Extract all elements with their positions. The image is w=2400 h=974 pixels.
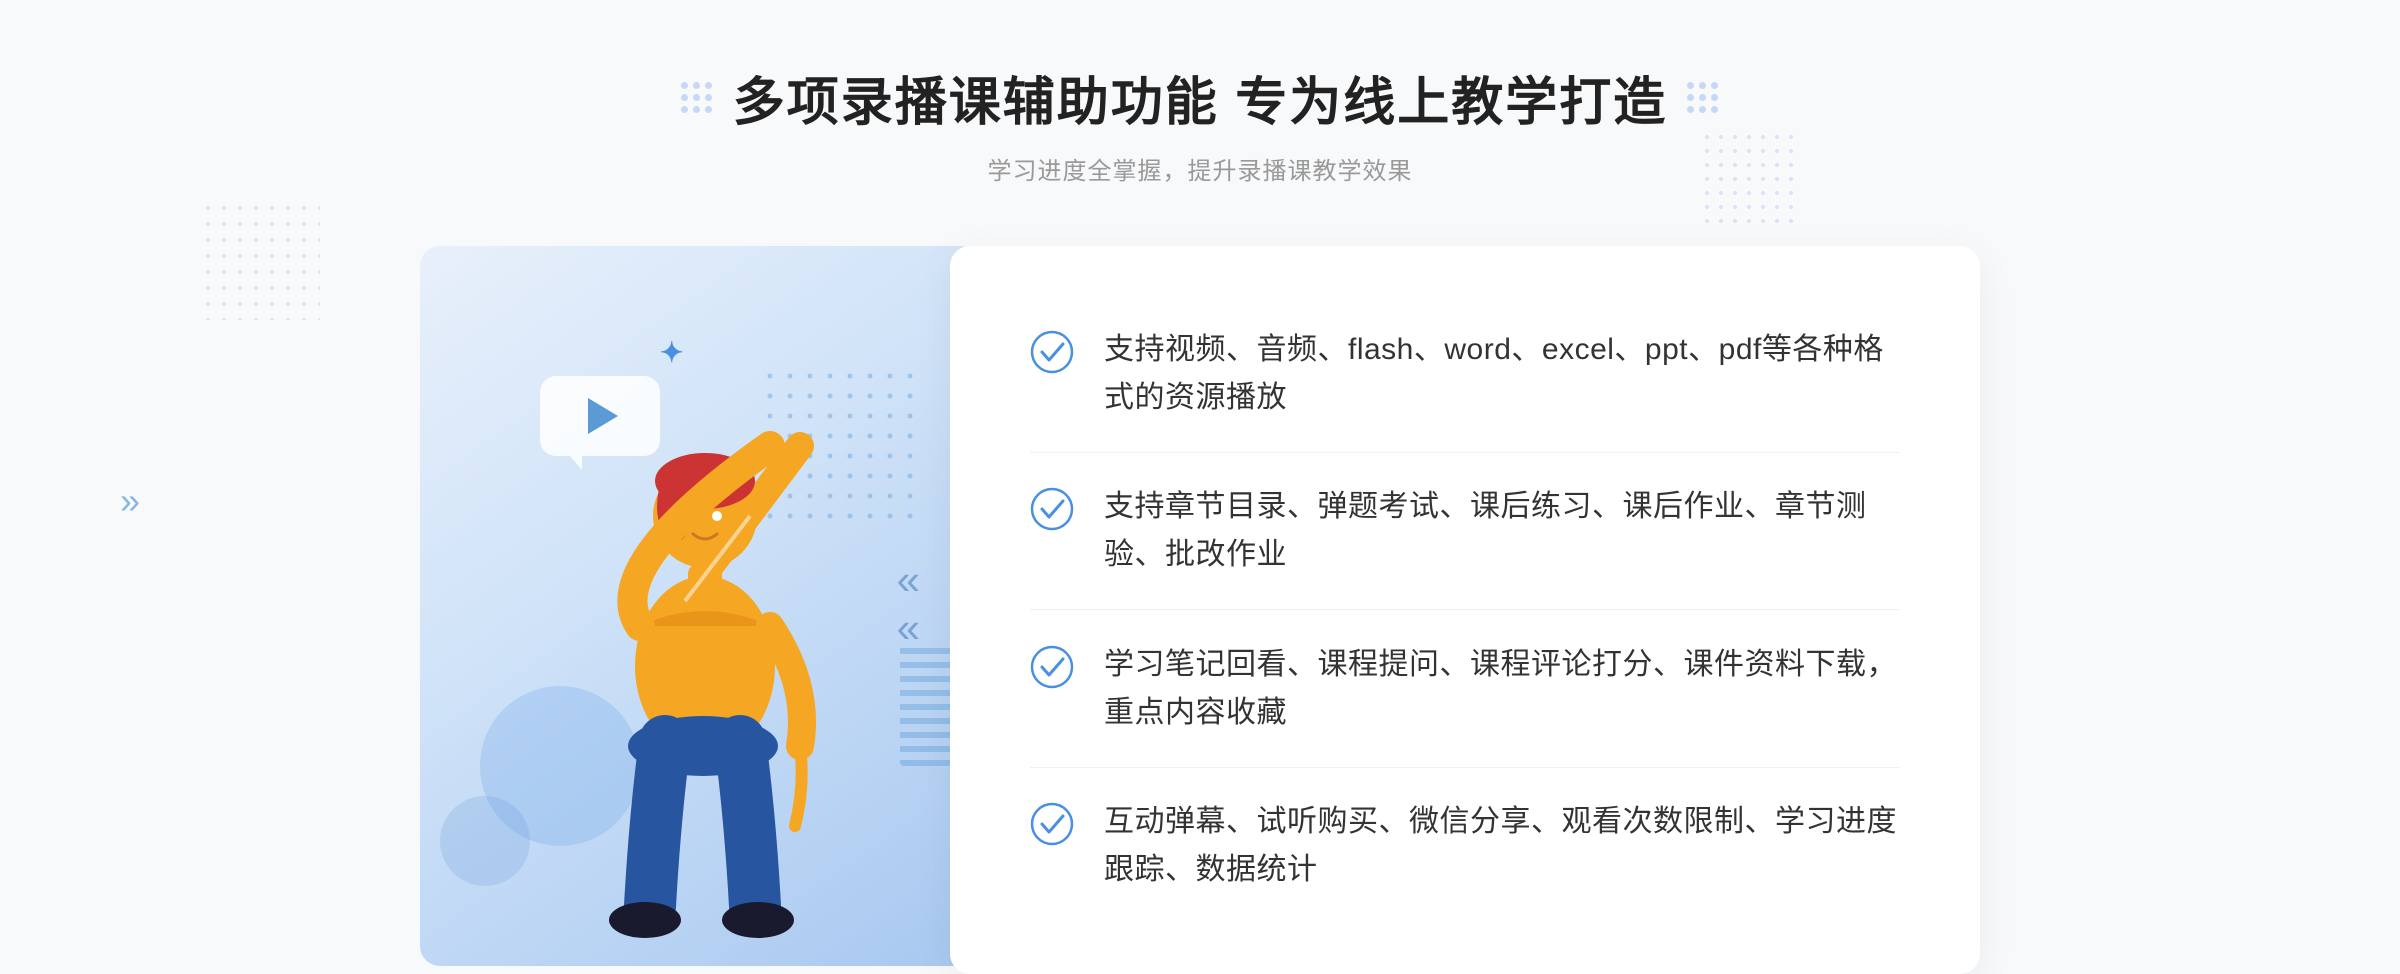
check-circle-icon-2 xyxy=(1030,487,1074,531)
feature-item-4: 互动弹幕、试听购买、微信分享、观看次数限制、学习进度跟踪、数据统计 xyxy=(1030,788,1900,904)
page-container: » 多项录播课辅助功能 专为线上教学打造 学习进度全掌握，提升录播课教学效果 xyxy=(0,0,2400,974)
feature-item-1: 支持视频、音频、flash、word、excel、ppt、pdf等各种格式的资源… xyxy=(1030,316,1900,432)
title-dots-right xyxy=(1687,82,1719,114)
main-content: «« ✦ xyxy=(420,246,1980,974)
feature-text-1: 支持视频、音频、flash、word、excel、ppt、pdf等各种格式的资源… xyxy=(1104,326,1900,422)
check-circle-icon-4 xyxy=(1030,802,1074,846)
feature-text-3: 学习笔记回看、课程提问、课程评论打分、课件资料下载，重点内容收藏 xyxy=(1104,641,1900,737)
feature-item-3: 学习笔记回看、课程提问、课程评论打分、课件资料下载，重点内容收藏 xyxy=(1030,631,1900,747)
illus-chevrons-decoration: «« xyxy=(897,556,920,652)
feature-text-2: 支持章节目录、弹题考试、课后练习、课后作业、章节测验、批改作业 xyxy=(1104,483,1900,579)
illustration-inner: «« ✦ xyxy=(420,246,980,966)
check-circle-icon-1 xyxy=(1030,330,1074,374)
content-card: 支持视频、音频、flash、word、excel、ppt、pdf等各种格式的资源… xyxy=(950,246,1980,974)
dots-decoration-left xyxy=(200,200,320,320)
divider-1 xyxy=(1030,452,1900,453)
divider-3 xyxy=(1030,767,1900,768)
divider-2 xyxy=(1030,609,1900,610)
feature-item-2: 支持章节目录、弹题考试、课后练习、课后作业、章节测验、批改作业 xyxy=(1030,473,1900,589)
person-illustration xyxy=(510,386,890,966)
header-title-row: 多项录播课辅助功能 专为线上教学打造 xyxy=(681,60,1719,135)
page-subtitle: 学习进度全掌握，提升录播课教学效果 xyxy=(681,151,1719,186)
check-circle-icon-3 xyxy=(1030,645,1074,689)
sparkle-decoration: ✦ xyxy=(660,336,683,369)
illustration-card: «« ✦ xyxy=(420,246,980,966)
feature-text-4: 互动弹幕、试听购买、微信分享、观看次数限制、学习进度跟踪、数据统计 xyxy=(1104,798,1900,894)
title-dots-left xyxy=(681,82,713,114)
header-section: 多项录播课辅助功能 专为线上教学打造 学习进度全掌握，提升录播课教学效果 xyxy=(681,60,1719,186)
page-title: 多项录播课辅助功能 专为线上教学打造 xyxy=(733,60,1667,135)
chevron-decoration-left: » xyxy=(120,480,140,522)
